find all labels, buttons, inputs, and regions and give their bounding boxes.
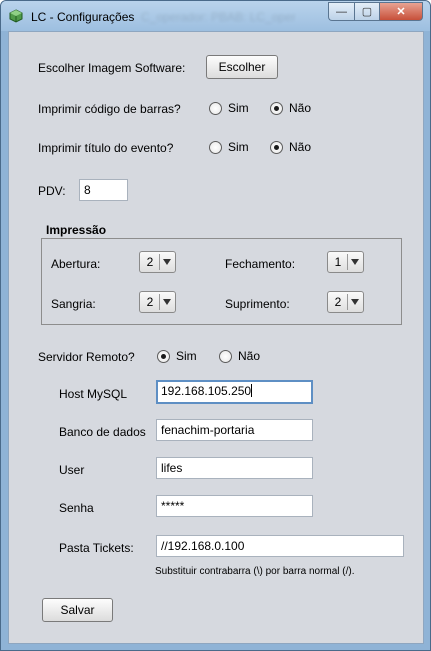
print-barcode-label: Imprimir código de barras? [38,102,181,116]
software-image-label: Escolher Imagem Software: [38,61,186,75]
title-bar[interactable]: LC - Configurações C_operador: PBAB: LC_… [1,1,430,31]
print-title-yes-label: Sim [228,140,249,154]
sangria-label: Sangria: [51,297,96,311]
remote-server-no-radio[interactable]: Não [219,349,260,363]
pdv-field[interactable]: 8 [79,179,128,201]
print-barcode-no-label: Não [289,101,312,115]
user-label: User [59,463,85,477]
sangria-select-value: 2 [146,295,154,309]
window-title: LC - Configurações [31,10,135,24]
window-controls: — ▢ ✕ [328,2,423,21]
remote-server-no-label: Não [238,349,261,363]
suprimento-select-value: 2 [334,295,342,309]
close-button[interactable]: ✕ [379,2,423,21]
database-label: Banco de dados [59,425,146,439]
tickets-folder-label: Pasta Tickets: [59,541,134,555]
print-barcode-yes-radio[interactable]: Sim [209,101,249,115]
radio-button-icon [209,140,222,154]
tickets-folder-field[interactable]: //192.168.0.100 [156,535,404,557]
radio-button-selected-icon [270,140,283,154]
user-field[interactable]: lifes [156,457,313,479]
print-title-no-label: Não [289,140,312,154]
sangria-select[interactable]: 2 [139,291,176,313]
config-window: LC - Configurações C_operador: PBAB: LC_… [0,0,431,651]
text-caret [251,384,253,397]
chevron-down-icon [347,254,361,270]
chevron-down-icon [159,294,173,310]
remote-server-label: Servidor Remoto? [38,350,135,364]
chevron-down-icon [347,294,361,310]
password-label: Senha [59,501,94,515]
fechamento-select-value: 1 [334,255,342,269]
abertura-select[interactable]: 2 [139,251,176,273]
print-title-yes-radio[interactable]: Sim [209,140,249,154]
print-barcode-yes-label: Sim [228,101,249,115]
suprimento-select[interactable]: 2 [327,291,364,313]
radio-button-selected-icon [270,101,283,115]
tickets-hint: Substituir contrabarra (\) por barra nor… [155,566,355,577]
save-button[interactable]: Salvar [42,598,113,622]
print-title-no-radio[interactable]: Não [270,140,311,154]
impressao-group-title: Impressão [44,223,109,237]
password-field[interactable]: ***** [156,495,313,517]
host-field-value: 192.168.105.250 [161,384,252,398]
remote-server-yes-radio[interactable]: Sim [157,349,197,363]
pdv-label: PDV: [38,184,66,198]
radio-button-icon [219,349,232,363]
minimize-button[interactable]: — [328,2,354,21]
radio-button-icon [209,101,222,115]
app-cube-icon [9,9,23,23]
print-title-label: Imprimir título do evento? [38,141,174,155]
abertura-label: Abertura: [51,257,101,271]
fechamento-select[interactable]: 1 [327,251,364,273]
host-field[interactable]: 192.168.105.250 [156,380,313,404]
maximize-button[interactable]: ▢ [354,2,379,21]
window-title-ghost: C_operador: PBAB: LC_oper [141,10,296,24]
print-barcode-no-radio[interactable]: Não [270,101,311,115]
chevron-down-icon [159,254,173,270]
database-field[interactable]: fenachim-portaria [156,419,313,441]
settings-panel: Escolher Imagem Software: Escolher Impri… [8,31,424,644]
remote-server-yes-label: Sim [176,349,197,363]
host-label: Host MySQL [59,387,128,401]
abertura-select-value: 2 [146,255,154,269]
choose-image-button[interactable]: Escolher [206,55,278,79]
radio-button-selected-icon [157,349,170,363]
suprimento-label: Suprimento: [225,297,290,311]
fechamento-label: Fechamento: [225,257,296,271]
